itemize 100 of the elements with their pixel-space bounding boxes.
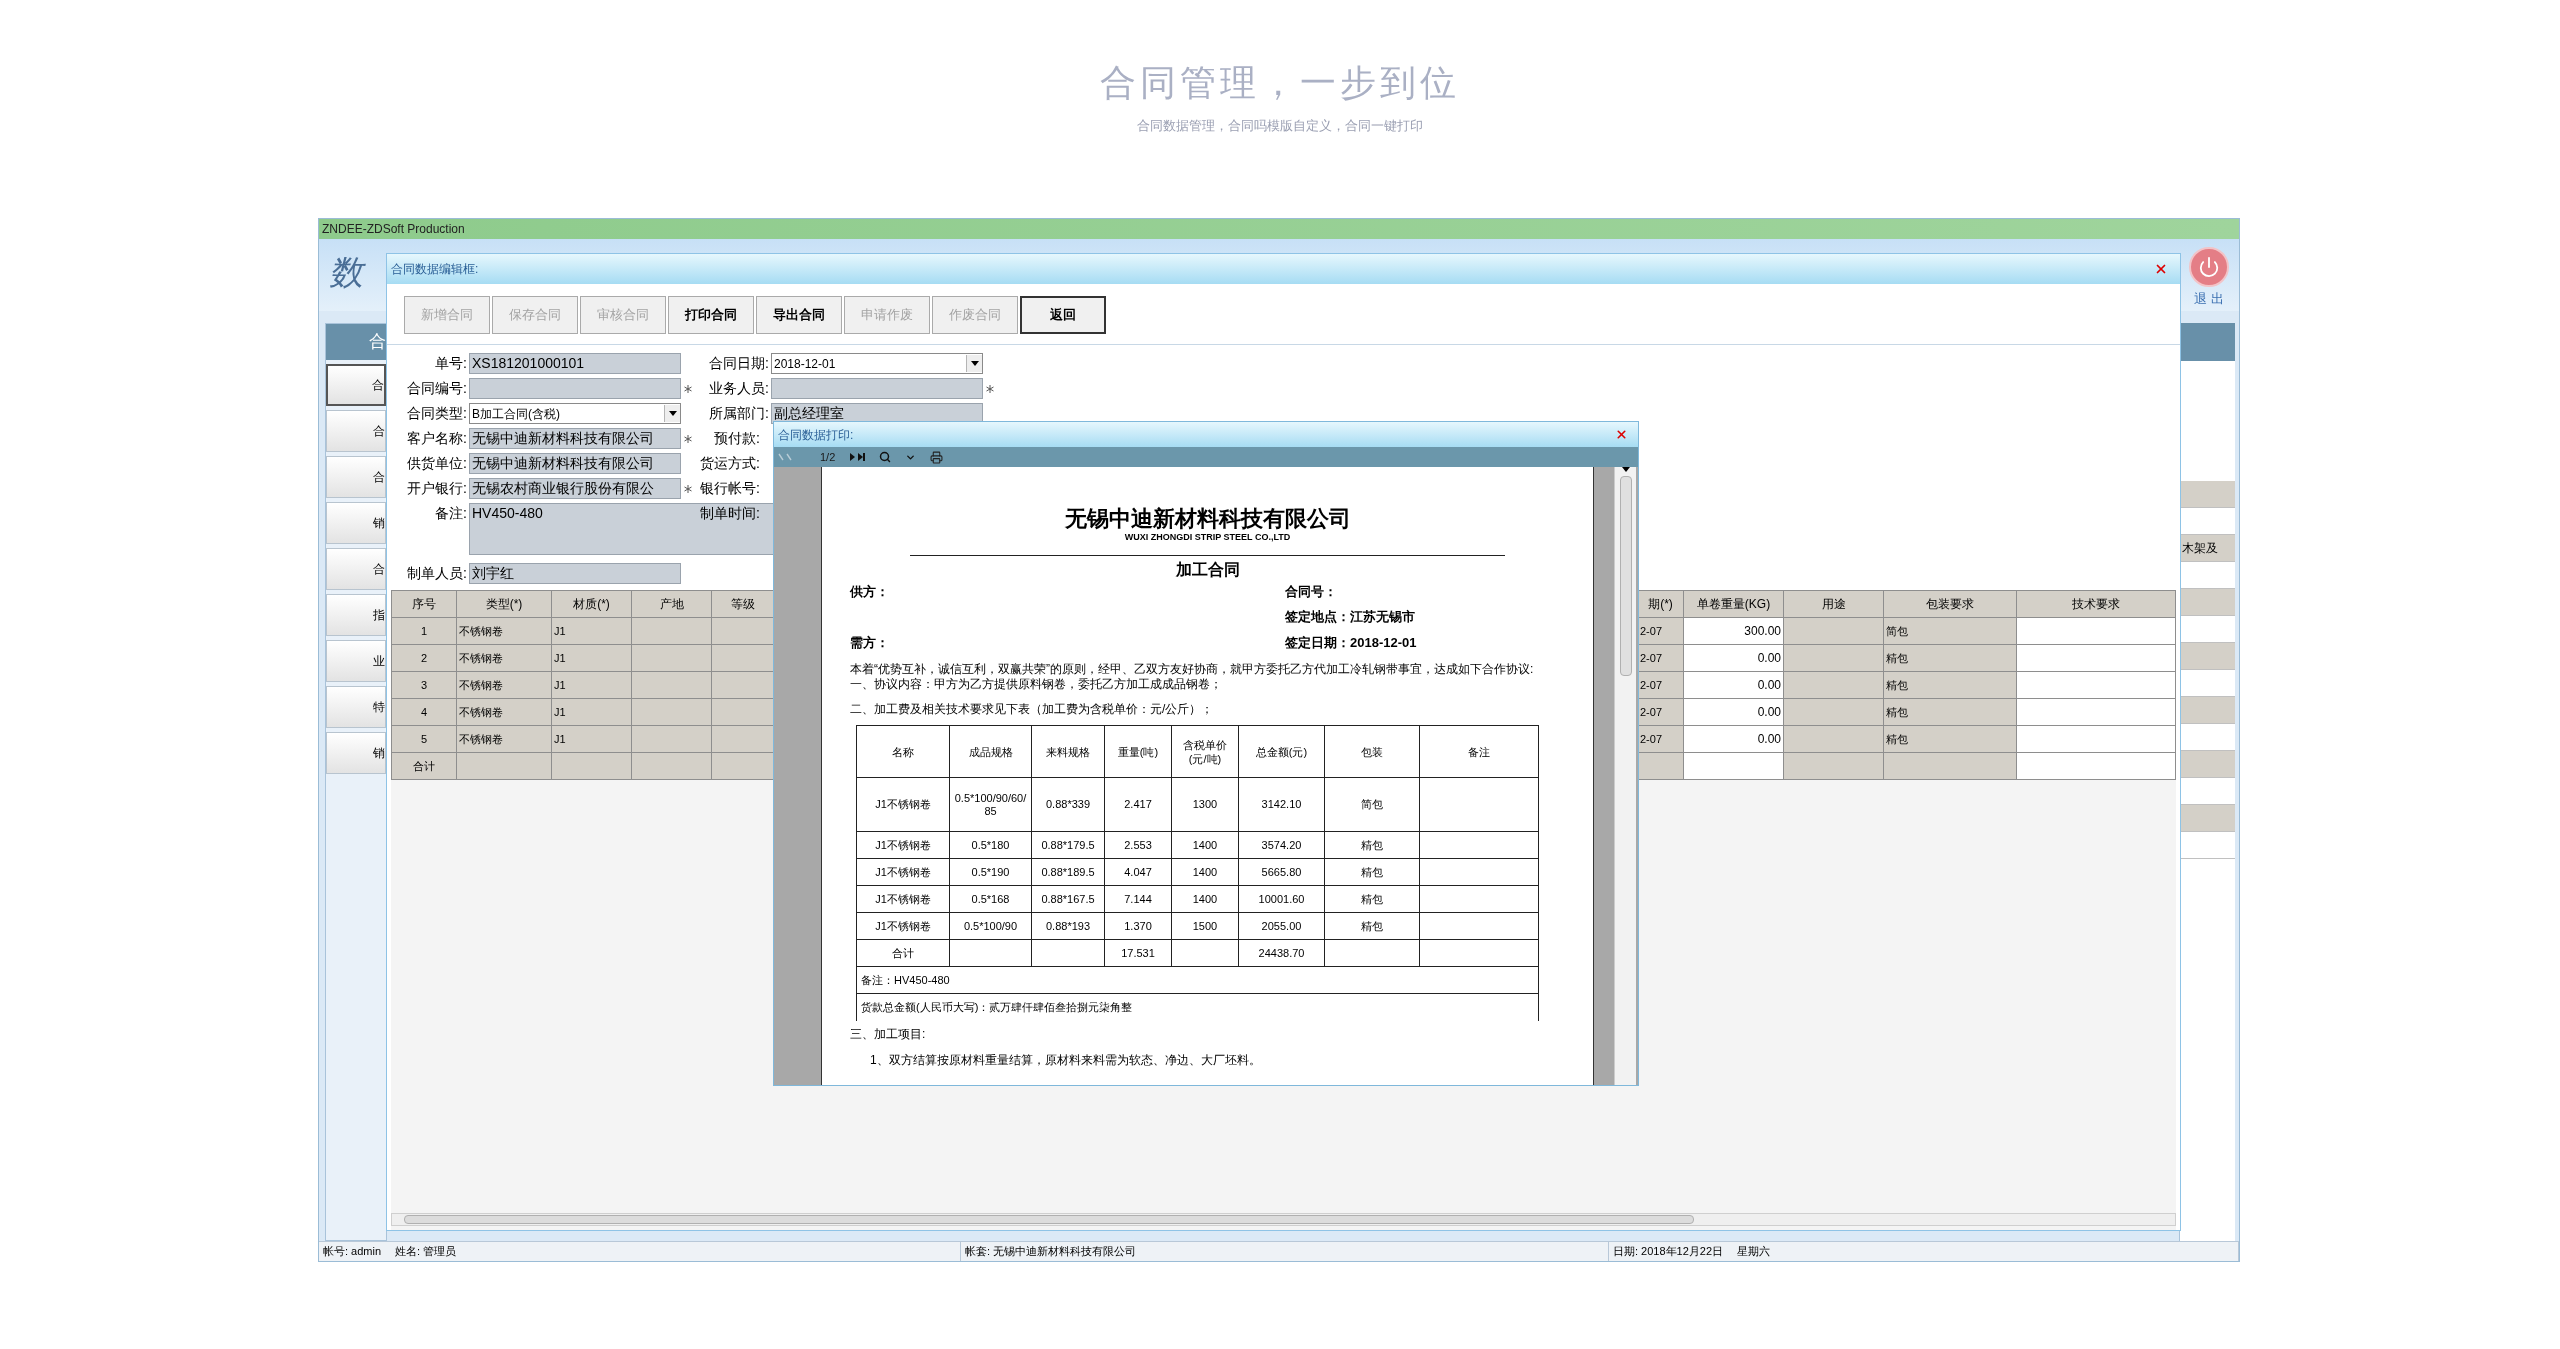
company-english-name: WUXI ZHONGDI STRIP STEEL CO.,LTD xyxy=(1123,531,1292,544)
sidebar-item[interactable]: 销 xyxy=(326,502,386,544)
table-cell: 0.88*189.5 xyxy=(1032,859,1105,886)
table-cell: 精包 xyxy=(1884,672,2017,699)
text-field[interactable]: 无锡中迪新材料科技有限公司 xyxy=(469,428,681,449)
required-asterisk-icon xyxy=(684,384,692,393)
field-label: 合同编号: xyxy=(406,379,467,398)
table-cell: 0.5*100/90 xyxy=(950,913,1032,940)
toolbar-button[interactable]: 打印合同 xyxy=(668,296,754,334)
status-text: 帐号: admin xyxy=(323,1244,382,1260)
exit-button[interactable]: 退 出 xyxy=(2189,247,2229,309)
table-cell: 1400 xyxy=(1172,859,1239,886)
table-cell: 简包 xyxy=(1884,618,2017,645)
table-cell: 1400 xyxy=(1172,832,1239,859)
sidebar-item[interactable]: 合 xyxy=(326,364,386,406)
table-cell xyxy=(712,699,774,726)
text-field[interactable]: 无锡中迪新材料科技有限公司 xyxy=(469,453,681,474)
close-button[interactable] xyxy=(1615,428,1628,441)
company-name: 无锡中迪新材料科技有限公司 xyxy=(1063,505,1352,531)
toolbar-button[interactable]: 返回 xyxy=(1020,296,1106,334)
table-cell: 0.88*193 xyxy=(1032,913,1105,940)
text-field[interactable]: XS181201000101 xyxy=(469,353,681,374)
column-header: 类型(*) xyxy=(457,591,552,618)
column-header: 含税单价(元/吨) xyxy=(1172,726,1239,778)
table-cell: 300.00 xyxy=(1684,618,1784,645)
text-field[interactable]: 刘宇红 xyxy=(469,563,681,584)
table-cell: 10001.60 xyxy=(1239,886,1325,913)
search-icon[interactable] xyxy=(879,451,892,463)
sidebar-item[interactable]: 合 xyxy=(326,548,386,590)
table-cell: 1300 xyxy=(1172,778,1239,832)
column-header: 名称 xyxy=(857,726,950,778)
panel-cell xyxy=(2180,805,2235,832)
table-cell: 2.553 xyxy=(1105,832,1172,859)
table-cell: 4.047 xyxy=(1105,859,1172,886)
table-cell: J1不锈钢卷 xyxy=(857,778,950,832)
sidebar-item[interactable]: 销 xyxy=(326,732,386,774)
table-cell: 0.5*100/90/60/85 xyxy=(950,778,1032,832)
table-cell: 1 xyxy=(392,618,457,645)
table-cell: 精包 xyxy=(1325,886,1420,913)
dropdown-field[interactable]: B加工合同(含税) xyxy=(469,403,681,424)
table-cell: 不锈钢卷 xyxy=(457,699,552,726)
contract-paragraph: 1、双方结算按原材料重量结算，原材料来料需为软态、净边、大厂坯料。 xyxy=(869,1052,1262,1069)
toolbar-button[interactable]: 导出合同 xyxy=(756,296,842,334)
table-cell: J1 xyxy=(552,726,632,753)
column-header: 备注 xyxy=(1420,726,1539,778)
contract-paragraph: 三、加工项目: xyxy=(850,1026,927,1043)
window-title: ZNDEE-ZDSoft Production xyxy=(322,221,465,238)
column-header: 序号 xyxy=(392,591,457,618)
dropdown-field[interactable]: 2018-12-01 xyxy=(771,353,983,374)
table-cell: 2-07 xyxy=(1638,645,1684,672)
panel-cell xyxy=(2180,481,2235,508)
contract-number-label: 合同号： xyxy=(1285,582,1338,601)
field-label: 备注: xyxy=(434,504,467,523)
text-field[interactable] xyxy=(771,378,983,399)
required-asterisk-icon xyxy=(986,384,994,393)
table-cell xyxy=(712,672,774,699)
column-header: 产地 xyxy=(632,591,712,618)
panel-cell xyxy=(2180,697,2235,724)
sidebar-item[interactable]: 指 xyxy=(326,594,386,636)
print-icon[interactable] xyxy=(930,450,944,464)
signing-date: 签定日期：2018-12-01 xyxy=(1285,633,1418,652)
dialog-title: 合同数据打印: xyxy=(778,426,854,444)
column-header: 等级 xyxy=(712,591,774,618)
table-cell: J1不锈钢卷 xyxy=(857,886,950,913)
panel-cell xyxy=(2180,643,2235,670)
horizontal-scrollbar[interactable] xyxy=(391,1213,2176,1226)
table-cell: 0.88*179.5 xyxy=(1032,832,1105,859)
table-cell: 0.00 xyxy=(1684,726,1784,753)
document-title: 加工合同 xyxy=(1174,559,1241,580)
sidebar-item[interactable]: 合 xyxy=(326,410,386,452)
text-field[interactable]: 无锡农村商业银行股份有限公 xyxy=(469,478,681,499)
table-cell xyxy=(712,726,774,753)
dialog-title: 合同数据编辑框: xyxy=(391,261,479,278)
scrollbar-thumb[interactable] xyxy=(1619,476,1632,676)
sidebar-item[interactable]: 特 xyxy=(326,686,386,728)
table-cell: 3 xyxy=(392,672,457,699)
table-cell: 精包 xyxy=(1884,699,2017,726)
field-label: 银行帐号: xyxy=(699,479,760,498)
close-button[interactable] xyxy=(2154,262,2168,276)
vertical-scrollbar[interactable] xyxy=(1614,467,1636,1085)
column-header: 包装 xyxy=(1325,726,1420,778)
scrollbar-thumb[interactable] xyxy=(404,1215,1694,1224)
table-cell: J1 xyxy=(552,618,632,645)
banner-title: 合同管理，一步到位 xyxy=(1100,61,1460,105)
status-text: 日期: 2018年12月22日 xyxy=(1613,1244,1724,1260)
column-header: 来料规格 xyxy=(1032,726,1105,778)
field-label: 货运方式: xyxy=(699,454,760,473)
field-label: 所属部门: xyxy=(708,404,769,423)
table-cell: 0.88*339 xyxy=(1032,778,1105,832)
table-cell: J1 xyxy=(552,645,632,672)
table-cell: J1不锈钢卷 xyxy=(857,832,950,859)
table-cell: J1 xyxy=(552,699,632,726)
field-label: 合同类型: xyxy=(406,404,467,423)
sidebar-item[interactable]: 合 xyxy=(326,456,386,498)
next-page-icon[interactable] xyxy=(849,453,866,461)
table-cell: 3574.20 xyxy=(1239,832,1325,859)
sidebar-item[interactable]: 业 xyxy=(326,640,386,682)
status-text: 星期六 xyxy=(1737,1244,1771,1260)
column-header: 材质(*) xyxy=(552,591,632,618)
text-field[interactable] xyxy=(469,378,681,399)
